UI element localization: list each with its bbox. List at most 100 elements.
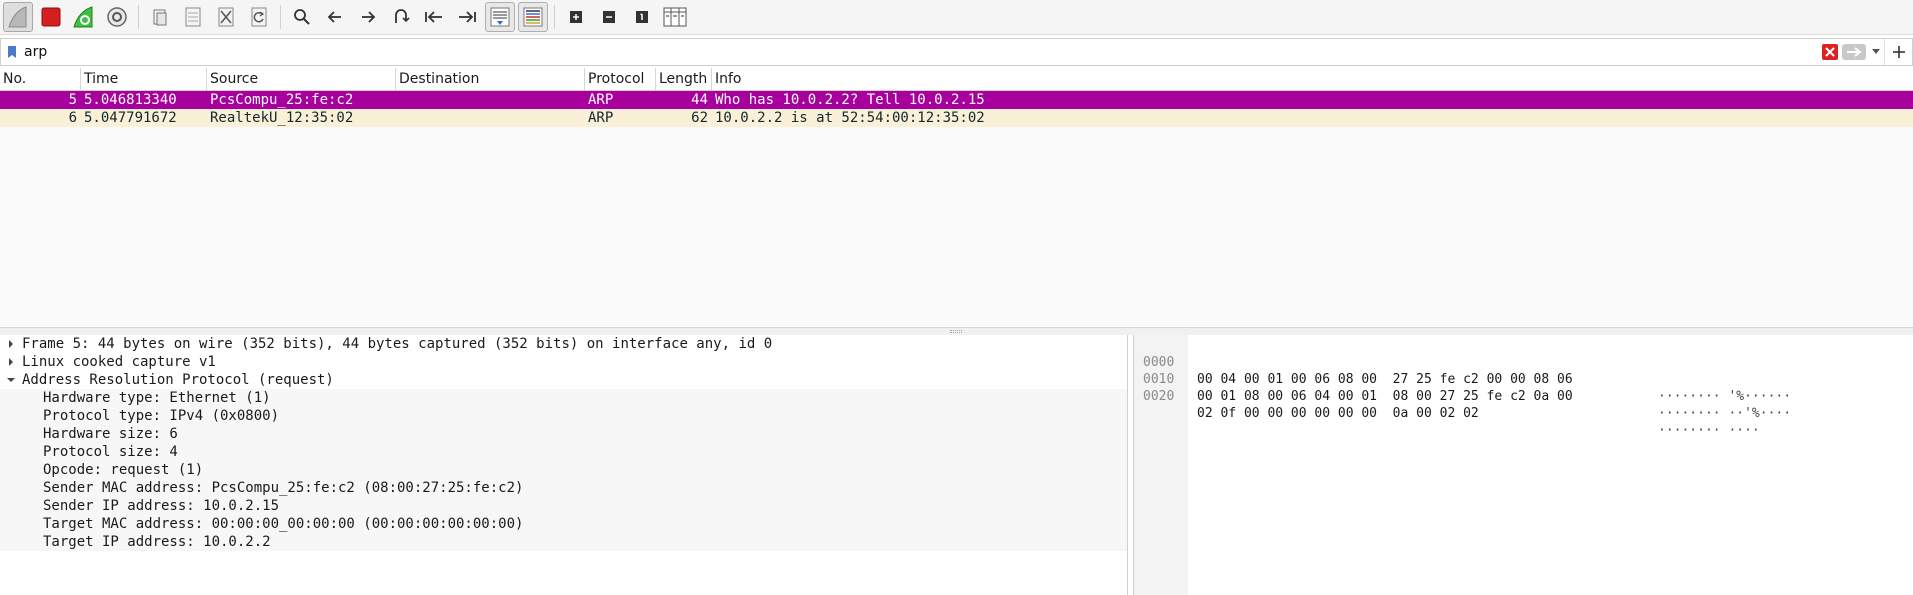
go-first-packet-button[interactable] xyxy=(419,2,449,32)
bookmark-icon xyxy=(8,46,16,58)
zoom-in-icon xyxy=(570,11,582,23)
packet-no: 5 xyxy=(68,92,77,108)
clear-filter-button[interactable] xyxy=(1822,44,1838,60)
restart-capture-button[interactable] xyxy=(69,2,99,32)
bytes-row[interactable]: 0010 00 01 08 00 06 04 00 01 08 00 27 25… xyxy=(1134,354,1791,421)
packet-destination xyxy=(396,109,585,127)
zoom-out-button[interactable] xyxy=(594,2,624,32)
column-header-source[interactable]: Source xyxy=(207,68,396,90)
packet-time: 5.046813340 xyxy=(84,92,177,108)
tree-item-linux-cooked-capture[interactable]: Linux cooked capture v1 xyxy=(0,353,1127,371)
zoom-out-icon xyxy=(603,11,615,23)
go-back-button[interactable] xyxy=(320,2,350,32)
packet-list-header: No. Time Source Destination Protocol Len… xyxy=(0,68,1913,91)
main-toolbar xyxy=(0,0,1913,35)
column-header-length[interactable]: Length xyxy=(656,68,712,90)
arp-field-hardware-type[interactable]: Hardware type: Ethernet (1) xyxy=(0,389,1127,407)
open-file-icon xyxy=(153,9,167,26)
tree-item-label: Address Resolution Protocol (request) xyxy=(22,372,334,388)
go-last-packet-icon xyxy=(459,11,476,23)
packet-bytes-pane: 0000 00 04 00 01 00 06 08 00 27 25 fe c2… xyxy=(1133,335,1913,595)
packet-row[interactable]: 5 5.046813340 PcsCompu_25:fe:c2 ARP 44 W… xyxy=(0,91,1913,109)
filter-bookmark-button[interactable] xyxy=(1,39,23,65)
display-filter-bar xyxy=(0,38,1913,66)
arp-field-hardware-size[interactable]: Hardware size: 6 xyxy=(0,425,1127,443)
column-header-info[interactable]: Info xyxy=(712,68,1913,90)
go-forward-icon xyxy=(362,11,376,23)
zoom-in-button[interactable] xyxy=(561,2,591,32)
packet-source: RealtekU_12:35:02 xyxy=(210,110,354,126)
autoscroll-button[interactable] xyxy=(485,2,515,32)
reload-file-icon xyxy=(251,7,267,27)
packet-list: No. Time Source Destination Protocol Len… xyxy=(0,68,1913,327)
packet-no: 6 xyxy=(68,110,77,126)
column-header-time[interactable]: Time xyxy=(81,68,207,90)
packet-info: Who has 10.0.2.2? Tell 10.0.2.15 xyxy=(715,92,985,108)
go-last-packet-button[interactable] xyxy=(452,2,482,32)
chevron-down-icon xyxy=(1872,49,1880,54)
packet-time: 5.047791672 xyxy=(84,110,177,126)
bytes-row[interactable]: 0020 02 0f 00 00 00 00 00 00 0a 00 02 02… xyxy=(1134,371,1760,438)
field-label: Protocol size: 4 xyxy=(43,444,178,460)
go-forward-button[interactable] xyxy=(353,2,383,32)
start-capture-icon xyxy=(8,6,27,28)
column-header-no[interactable]: No. xyxy=(0,68,81,90)
toolbar-separator xyxy=(138,5,139,29)
arp-field-target-ip[interactable]: Target IP address: 10.0.2.2 xyxy=(0,533,1127,551)
plus-icon xyxy=(1892,46,1905,58)
reload-file-button[interactable] xyxy=(244,2,274,32)
save-file-button[interactable] xyxy=(178,2,208,32)
packet-protocol: ARP xyxy=(588,92,614,108)
column-header-protocol[interactable]: Protocol xyxy=(585,68,656,90)
packet-destination xyxy=(396,91,585,109)
close-file-icon xyxy=(218,7,234,27)
toolbar-separator xyxy=(280,5,281,29)
capture-options-button[interactable] xyxy=(102,2,132,32)
column-header-destination[interactable]: Destination xyxy=(396,68,585,90)
packet-length: 44 xyxy=(691,92,708,108)
packet-row[interactable]: 6 5.047791672 RealtekU_12:35:02 ARP 62 1… xyxy=(0,109,1913,127)
add-filter-button[interactable] xyxy=(1884,39,1912,65)
close-file-button[interactable] xyxy=(211,2,241,32)
arp-field-protocol-size[interactable]: Protocol size: 4 xyxy=(0,443,1127,461)
capture-options-icon xyxy=(107,7,127,27)
start-capture-button[interactable] xyxy=(3,2,33,32)
bytes-hex: 02 0f 00 00 00 00 00 00 0a 00 02 02 xyxy=(1197,406,1479,421)
tree-item-frame[interactable]: Frame 5: 44 bytes on wire (352 bits), 44… xyxy=(0,335,1127,353)
arp-field-protocol-type[interactable]: Protocol type: IPv4 (0x0800) xyxy=(0,407,1127,425)
colorize-icon xyxy=(523,7,543,27)
expand-arrow-icon[interactable] xyxy=(0,357,22,367)
bytes-ascii: ········ ··'%···· xyxy=(1658,406,1792,421)
expand-arrow-icon[interactable] xyxy=(0,339,22,349)
restart-capture-icon xyxy=(73,6,93,28)
stop-capture-button[interactable] xyxy=(36,2,66,32)
apply-filter-button[interactable] xyxy=(1842,44,1866,60)
packet-info: 10.0.2.2 is at 52:54:00:12:35:02 xyxy=(715,110,985,126)
bytes-hex: 00 04 00 01 00 06 08 00 27 25 fe c2 00 0… xyxy=(1197,372,1573,387)
field-label: Sender IP address: 10.0.2.15 xyxy=(43,498,280,514)
bytes-row[interactable]: 0000 00 04 00 01 00 06 08 00 27 25 fe c2… xyxy=(1134,337,1791,404)
normal-size-button[interactable] xyxy=(627,2,657,32)
autoscroll-icon xyxy=(490,7,510,27)
open-file-button[interactable] xyxy=(145,2,175,32)
splitter-grip xyxy=(950,330,962,333)
resize-columns-button[interactable] xyxy=(660,2,690,32)
display-filter-input[interactable] xyxy=(23,40,1822,64)
colorize-button[interactable] xyxy=(518,2,548,32)
find-packet-icon xyxy=(294,9,310,25)
arp-field-sender-ip[interactable]: Sender IP address: 10.0.2.15 xyxy=(0,497,1127,515)
pane-splitter[interactable] xyxy=(0,327,1913,335)
collapse-arrow-icon[interactable] xyxy=(0,376,22,384)
arp-field-target-mac[interactable]: Target MAC address: 00:00:00_00:00:00 (0… xyxy=(0,515,1127,533)
tree-item-arp[interactable]: Address Resolution Protocol (request) xyxy=(0,371,1127,389)
arp-field-sender-mac[interactable]: Sender MAC address: PcsCompu_25:fe:c2 (0… xyxy=(0,479,1127,497)
bytes-ascii: ········ '%······ xyxy=(1658,389,1792,404)
find-packet-button[interactable] xyxy=(287,2,317,32)
field-label: Opcode: request (1) xyxy=(43,462,204,478)
go-to-packet-button[interactable] xyxy=(386,2,416,32)
arp-field-opcode[interactable]: Opcode: request (1) xyxy=(0,461,1127,479)
field-label: Sender MAC address: PcsCompu_25:fe:c2 (0… xyxy=(43,480,524,496)
filter-history-dropdown[interactable] xyxy=(1868,49,1884,55)
go-to-packet-icon xyxy=(395,9,410,23)
go-back-icon xyxy=(327,11,341,23)
